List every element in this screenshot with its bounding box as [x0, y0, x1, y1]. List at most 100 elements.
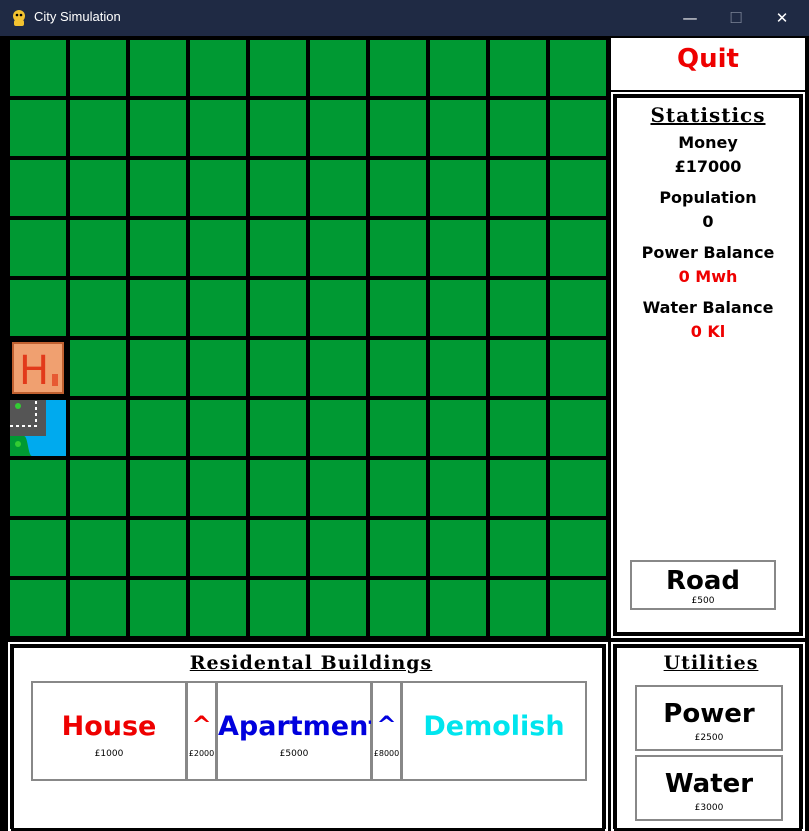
- house-tile[interactable]: H: [10, 340, 66, 396]
- apartment-upgrade-button[interactable]: ^ £8000: [371, 681, 402, 781]
- map-tile[interactable]: [70, 220, 126, 276]
- map-tile[interactable]: [130, 100, 186, 156]
- map-tile[interactable]: [10, 160, 66, 216]
- map-tile[interactable]: [190, 520, 246, 576]
- map-tile[interactable]: [430, 340, 486, 396]
- map-tile[interactable]: [10, 100, 66, 156]
- map-tile[interactable]: [70, 280, 126, 336]
- map-tile[interactable]: [190, 580, 246, 636]
- map-tile[interactable]: [250, 580, 306, 636]
- map-tile[interactable]: [190, 40, 246, 96]
- map-tile[interactable]: [370, 400, 426, 456]
- map-tile[interactable]: [310, 100, 366, 156]
- map-tile[interactable]: [250, 160, 306, 216]
- map-tile[interactable]: [310, 280, 366, 336]
- map-tile[interactable]: [190, 220, 246, 276]
- power-button[interactable]: Power £2500: [635, 685, 783, 751]
- map-tile[interactable]: [370, 160, 426, 216]
- map-tile[interactable]: [130, 460, 186, 516]
- map-tile[interactable]: [550, 400, 606, 456]
- map-tile[interactable]: [70, 520, 126, 576]
- map-tile[interactable]: [370, 40, 426, 96]
- map-tile[interactable]: [310, 340, 366, 396]
- map-tile[interactable]: [10, 40, 66, 96]
- map-tile[interactable]: [250, 220, 306, 276]
- map-tile[interactable]: [10, 580, 66, 636]
- map-tile[interactable]: [130, 40, 186, 96]
- map-tile[interactable]: [370, 580, 426, 636]
- city-map-grid[interactable]: H: [8, 38, 608, 638]
- map-tile[interactable]: [70, 460, 126, 516]
- map-tile[interactable]: [310, 460, 366, 516]
- map-tile[interactable]: [430, 220, 486, 276]
- map-tile[interactable]: [70, 160, 126, 216]
- map-tile[interactable]: [490, 160, 546, 216]
- map-tile[interactable]: [70, 400, 126, 456]
- map-tile[interactable]: [490, 220, 546, 276]
- map-tile[interactable]: [10, 220, 66, 276]
- map-tile[interactable]: [310, 160, 366, 216]
- road-water-tile[interactable]: [10, 400, 66, 456]
- map-tile[interactable]: [130, 520, 186, 576]
- map-tile[interactable]: [370, 460, 426, 516]
- map-tile[interactable]: [130, 340, 186, 396]
- map-tile[interactable]: [550, 520, 606, 576]
- map-tile[interactable]: [310, 220, 366, 276]
- map-tile[interactable]: [190, 340, 246, 396]
- map-tile[interactable]: [490, 400, 546, 456]
- quit-button[interactable]: Quit: [611, 38, 805, 90]
- map-tile[interactable]: [130, 400, 186, 456]
- map-tile[interactable]: [550, 340, 606, 396]
- map-tile[interactable]: [550, 580, 606, 636]
- house-upgrade-button[interactable]: ^ £2000: [186, 681, 217, 781]
- map-tile[interactable]: [250, 40, 306, 96]
- map-tile[interactable]: [130, 280, 186, 336]
- map-tile[interactable]: [10, 520, 66, 576]
- map-tile[interactable]: [250, 460, 306, 516]
- maximize-button[interactable]: ☐: [713, 0, 759, 36]
- map-tile[interactable]: [370, 520, 426, 576]
- map-tile[interactable]: [190, 280, 246, 336]
- close-button[interactable]: ✕: [759, 0, 805, 36]
- map-tile[interactable]: [430, 100, 486, 156]
- map-tile[interactable]: [250, 280, 306, 336]
- map-tile[interactable]: [70, 100, 126, 156]
- map-tile[interactable]: [130, 580, 186, 636]
- map-tile[interactable]: [550, 460, 606, 516]
- map-tile[interactable]: [490, 340, 546, 396]
- map-tile[interactable]: [190, 160, 246, 216]
- map-tile[interactable]: [250, 400, 306, 456]
- map-tile[interactable]: [250, 100, 306, 156]
- demolish-button[interactable]: Demolish: [401, 681, 587, 781]
- map-tile[interactable]: [310, 40, 366, 96]
- map-tile[interactable]: [550, 280, 606, 336]
- map-tile[interactable]: [430, 520, 486, 576]
- map-tile[interactable]: [70, 40, 126, 96]
- map-tile[interactable]: [130, 220, 186, 276]
- map-tile[interactable]: [70, 580, 126, 636]
- map-tile[interactable]: [490, 460, 546, 516]
- map-tile[interactable]: [10, 460, 66, 516]
- map-tile[interactable]: [250, 520, 306, 576]
- map-tile[interactable]: [430, 460, 486, 516]
- map-tile[interactable]: [430, 580, 486, 636]
- map-tile[interactable]: [490, 520, 546, 576]
- map-tile[interactable]: [550, 40, 606, 96]
- map-tile[interactable]: [490, 280, 546, 336]
- map-tile[interactable]: [550, 220, 606, 276]
- map-tile[interactable]: [550, 100, 606, 156]
- water-button[interactable]: Water £3000: [635, 755, 783, 821]
- map-tile[interactable]: [430, 40, 486, 96]
- map-tile[interactable]: [490, 40, 546, 96]
- map-tile[interactable]: [130, 160, 186, 216]
- map-tile[interactable]: [490, 100, 546, 156]
- map-tile[interactable]: [430, 400, 486, 456]
- map-tile[interactable]: [310, 580, 366, 636]
- map-tile[interactable]: [490, 580, 546, 636]
- road-button[interactable]: Road £500: [630, 560, 776, 610]
- minimize-button[interactable]: —: [667, 0, 713, 36]
- map-tile[interactable]: [190, 100, 246, 156]
- map-tile[interactable]: [370, 220, 426, 276]
- house-button[interactable]: House £1000: [31, 681, 187, 781]
- map-tile[interactable]: [70, 340, 126, 396]
